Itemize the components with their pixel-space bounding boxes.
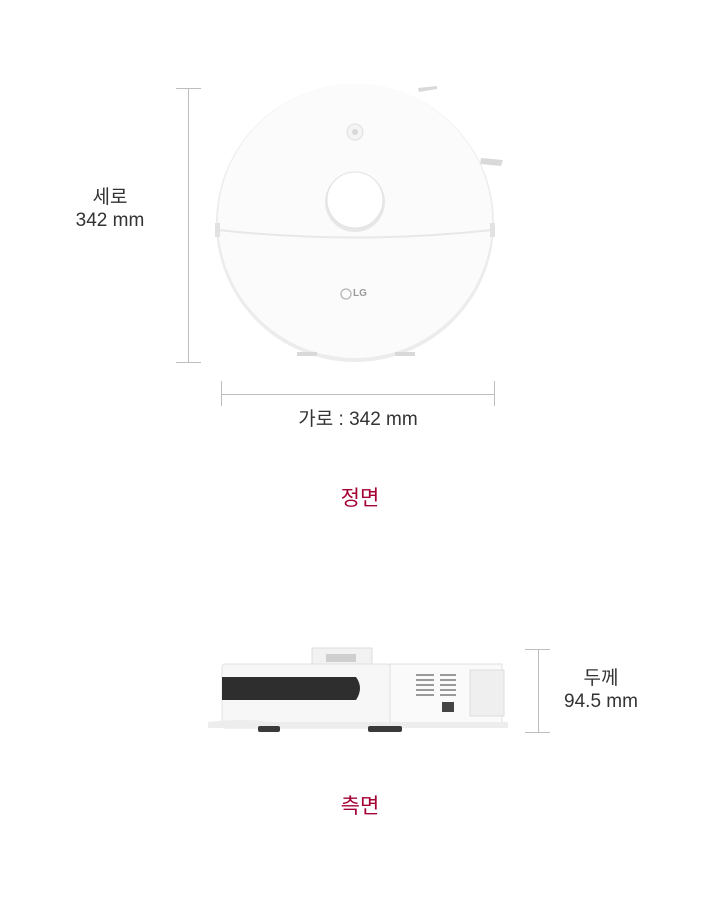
thickness-label-title: 두께 [583, 668, 619, 689]
height-dimension-tick-bottom [176, 362, 201, 363]
thickness-dimension-tick-bottom [525, 732, 550, 733]
side-view-caption: 측면 [340, 795, 380, 818]
front-view-caption: 정면 [340, 487, 380, 510]
side-brush-bristle [418, 86, 437, 92]
width-dimension-tick-right [494, 381, 495, 406]
wheel-icon [258, 726, 280, 732]
thickness-label: 두께 94.5 mm [551, 667, 651, 713]
height-dimension-line [188, 88, 189, 362]
wheel-hint [395, 352, 415, 356]
robot-top-view-image [215, 84, 503, 362]
dust-container [469, 669, 505, 717]
lidar-cap [326, 171, 384, 229]
robot-side-view-image [208, 647, 508, 732]
lidar-window [326, 654, 356, 662]
thickness-dimension-tick-top [525, 649, 550, 650]
width-label: 가로 : 342 mm [298, 409, 418, 430]
power-switch-icon [442, 702, 454, 712]
thickness-dimension-line [538, 649, 539, 732]
wheel-hint [297, 352, 317, 356]
lg-logo-text: LG [353, 288, 367, 299]
sensor-dot [352, 129, 358, 135]
height-dimension-tick-top [176, 88, 201, 89]
wheel-icon [368, 726, 402, 732]
width-dimension-line [221, 394, 495, 395]
height-label-title: 세로 [92, 187, 128, 208]
height-label: 세로 342 mm [60, 186, 160, 232]
bumper-stripe [222, 677, 360, 700]
bumper-notch-right [490, 223, 495, 237]
side-brush-bristle [480, 158, 503, 166]
width-dimension-tick-left [221, 381, 222, 406]
bumper-notch-left [215, 223, 220, 237]
thickness-label-value: 94.5 mm [564, 691, 638, 712]
height-label-value: 342 mm [75, 210, 145, 231]
